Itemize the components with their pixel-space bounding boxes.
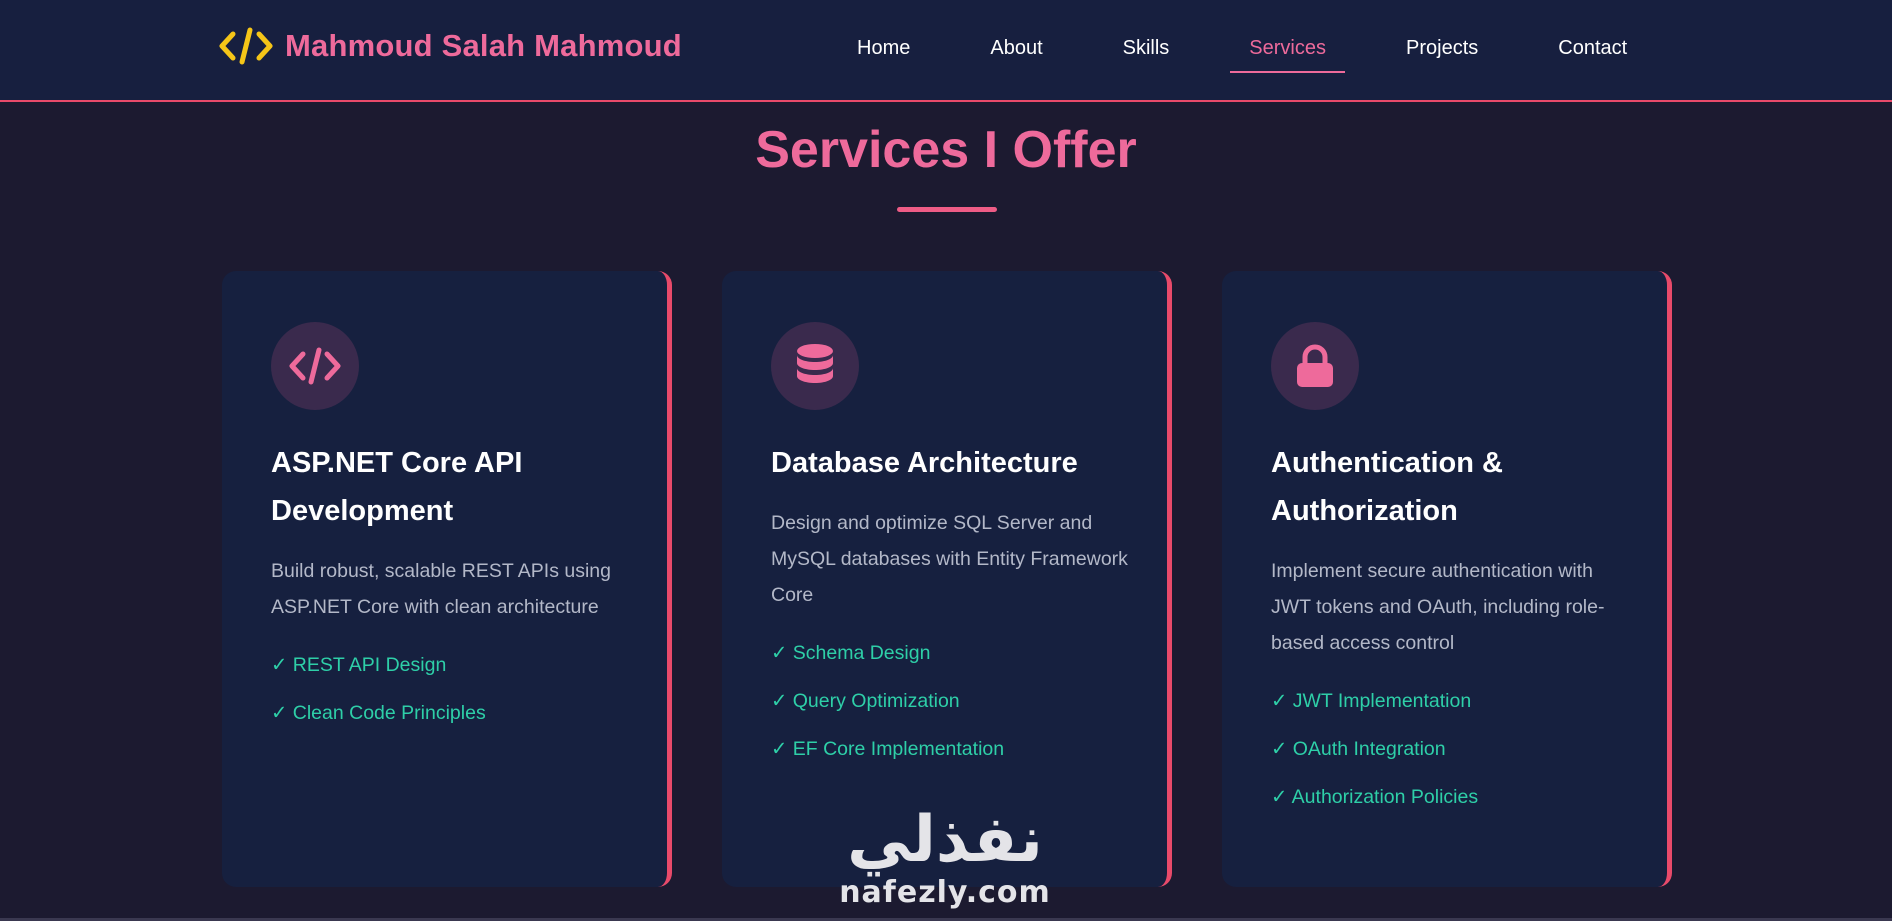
- service-card-auth: Authentication & Authorization Implement…: [1222, 271, 1672, 887]
- code-brackets-icon: [219, 27, 273, 65]
- card-description: Implement secure authentication with JWT…: [1271, 560, 1605, 654]
- card-icon-circle: [1271, 322, 1359, 410]
- card-title: ASP.NET Core API Development: [271, 447, 523, 527]
- service-card-api: ASP.NET Core API Development Build robus…: [222, 271, 672, 887]
- card-body: Implement secure authentication with JWT…: [1271, 553, 1641, 821]
- brand[interactable]: Mahmoud Salah Mahmoud: [219, 24, 682, 68]
- card-icon-circle: [271, 322, 359, 410]
- card-title: Authentication & Authorization: [1271, 447, 1503, 527]
- nav-item-projects[interactable]: Projects: [1406, 31, 1478, 66]
- page: Mahmoud Salah Mahmoud Home About Skills …: [0, 0, 1892, 921]
- feature-item: ✓ JWT Implementation: [1271, 690, 1472, 712]
- code-icon: [289, 347, 341, 385]
- card-body: Build robust, scalable REST APIs using A…: [271, 553, 641, 737]
- watermark-latin: nafezly.com: [839, 875, 1051, 910]
- feature-item: ✓ EF Core Implementation: [771, 738, 1005, 760]
- section-title: Services I Offer: [755, 121, 1137, 179]
- card-title: Database Architecture: [771, 447, 1078, 479]
- feature-item: ✓ Query Optimization: [771, 690, 960, 712]
- feature-item: ✓ Schema Design: [771, 642, 931, 664]
- card-description: Design and optimize SQL Server and MySQL…: [771, 512, 1128, 606]
- card-body: Design and optimize SQL Server and MySQL…: [771, 505, 1141, 773]
- title-underline: [897, 207, 997, 212]
- nav-item-services[interactable]: Services: [1230, 31, 1345, 73]
- nav-item-home[interactable]: Home: [857, 31, 910, 66]
- watermark-arabic: نفذلي: [847, 803, 1043, 877]
- feature-list: ✓ Schema Design ✓ Query Optimization ✓ E…: [771, 629, 1141, 773]
- site-header: Mahmoud Salah Mahmoud Home About Skills …: [0, 0, 1892, 102]
- feature-item: ✓ Authorization Policies: [1271, 786, 1479, 808]
- feature-list: ✓ JWT Implementation ✓ OAuth Integration…: [1271, 677, 1641, 821]
- feature-item: ✓ REST API Design: [271, 654, 447, 676]
- nav-item-about[interactable]: About: [990, 31, 1042, 66]
- main-nav: Home About Skills Services Projects Cont…: [857, 28, 1627, 73]
- card-icon-circle: [771, 322, 859, 410]
- service-card-database: Database Architecture Design and optimiz…: [722, 271, 1172, 887]
- feature-item: ✓ OAuth Integration: [1271, 738, 1446, 760]
- lock-icon: [1297, 344, 1333, 387]
- card-description: Build robust, scalable REST APIs using A…: [271, 560, 611, 618]
- brand-name: Mahmoud Salah Mahmoud: [285, 28, 682, 63]
- nav-item-skills[interactable]: Skills: [1123, 31, 1170, 66]
- feature-item: ✓ Clean Code Principles: [271, 702, 486, 724]
- nav-item-contact[interactable]: Contact: [1558, 31, 1627, 66]
- watermark: نفذلي nafezly.com: [835, 805, 1055, 920]
- feature-list: ✓ REST API Design ✓ Clean Code Principle…: [271, 641, 641, 737]
- database-icon: [797, 344, 833, 383]
